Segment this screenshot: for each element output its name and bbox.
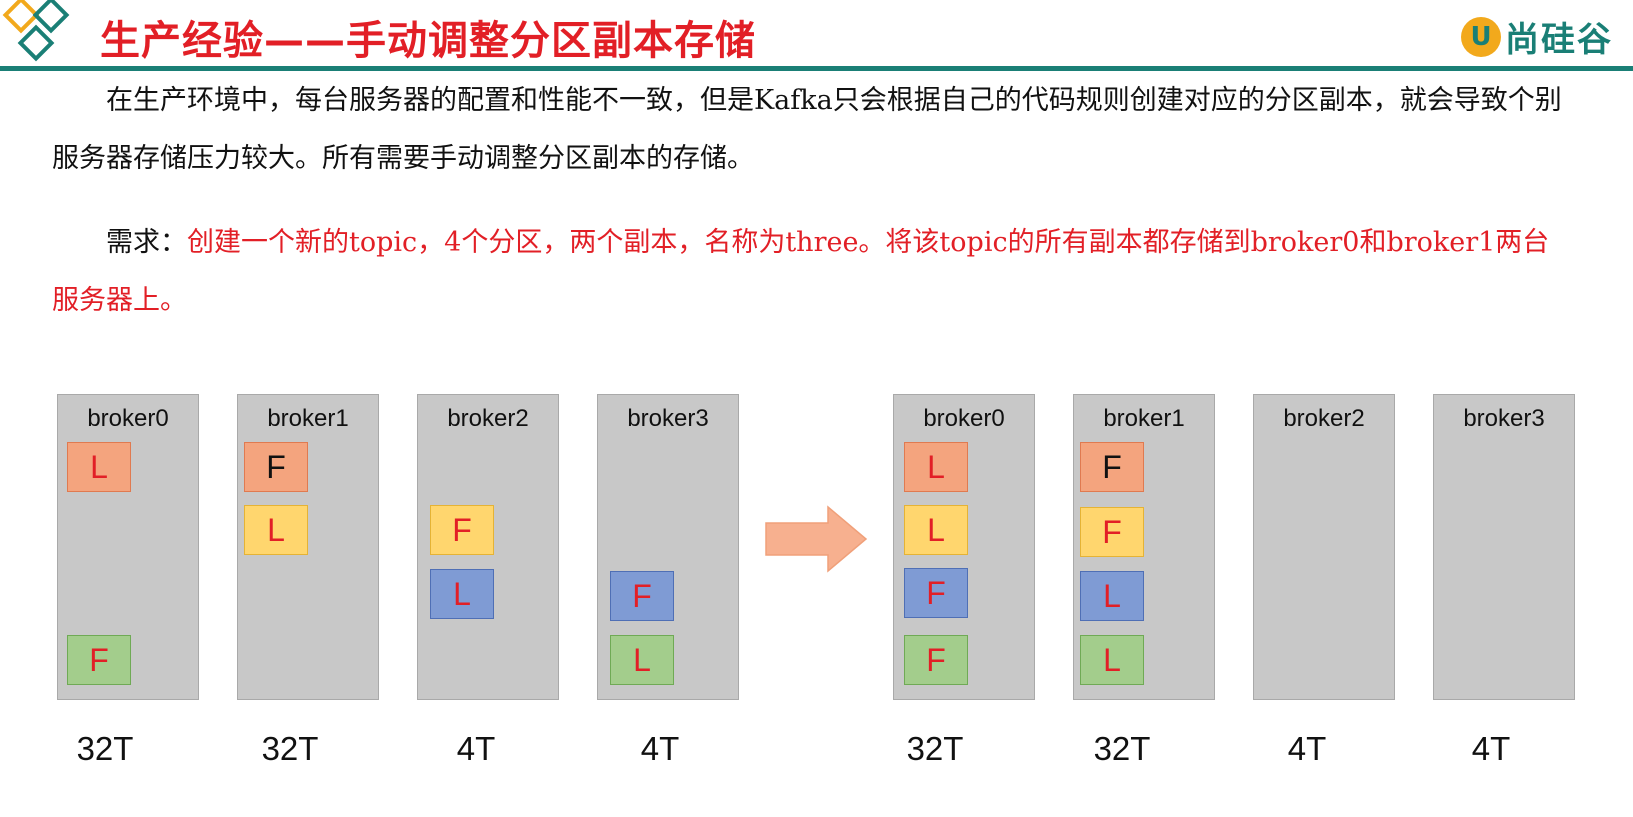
- before-broker1-capacity: 32T: [261, 730, 319, 767]
- requirement-label: 需求：: [106, 227, 187, 258]
- before-broker3-capacity: 4T: [640, 730, 680, 767]
- replica-follower: F: [244, 442, 308, 492]
- replica-leader: L: [1080, 571, 1144, 621]
- broker-name: broker2: [1283, 405, 1365, 432]
- requirement-text: 创建一个新的topic，4个分区，两个副本，名称为three。将该topic的所…: [52, 227, 1550, 316]
- replica-follower: F: [904, 635, 968, 685]
- intro-paragraph: 在生产环境中，每台服务器的配置和性能不一致，但是Kafka只会根据自己的代码规则…: [52, 85, 1562, 174]
- replica-follower: F: [1080, 442, 1144, 492]
- before-broker0-capacity: 32T: [76, 730, 134, 767]
- replica-follower: F: [1080, 507, 1144, 557]
- replica-follower: F: [430, 505, 494, 555]
- after-broker3: broker3: [1433, 394, 1575, 700]
- after-broker0: broker0 L L F F: [893, 394, 1035, 700]
- replica-leader: L: [1080, 635, 1144, 685]
- before-broker1: broker1 F L: [237, 394, 379, 700]
- broker-name: broker0: [923, 405, 1005, 432]
- replica-follower: F: [610, 571, 674, 621]
- after-broker0-capacity: 32T: [906, 730, 964, 767]
- broker-name: broker3: [627, 405, 709, 432]
- right-arrow-icon: [765, 505, 868, 573]
- brand-text: 尚硅谷: [1505, 20, 1613, 60]
- broker-name: broker1: [267, 405, 349, 432]
- replica-leader: L: [904, 505, 968, 555]
- title-divider: [0, 66, 1633, 71]
- replica-follower: F: [67, 635, 131, 685]
- after-broker1-capacity: 32T: [1093, 730, 1151, 767]
- replica-leader: L: [430, 569, 494, 619]
- before-broker2-capacity: 4T: [456, 730, 496, 767]
- broker-name: broker1: [1103, 405, 1185, 432]
- after-broker2: broker2: [1253, 394, 1395, 700]
- brand-logo: U 尚硅谷: [1461, 12, 1613, 61]
- brand-mark-icon: U: [1461, 16, 1501, 57]
- before-broker0: broker0 L F: [57, 394, 199, 700]
- before-broker2: broker2 F L: [417, 394, 559, 700]
- replica-leader: L: [244, 505, 308, 555]
- broker-name: broker2: [447, 405, 529, 432]
- requirement-paragraph: 需求：创建一个新的topic，4个分区，两个副本，名称为three。将该topi…: [52, 214, 1572, 330]
- broker-name: broker0: [87, 405, 169, 432]
- logo-diamonds-icon: [2, 0, 70, 62]
- page-title: 生产经验——手动调整分区副本存储: [100, 18, 756, 64]
- broker-name: broker3: [1463, 405, 1545, 432]
- replica-follower: F: [904, 568, 968, 618]
- replica-leader: L: [904, 442, 968, 492]
- after-broker3-capacity: 4T: [1471, 730, 1511, 767]
- replica-leader: L: [610, 635, 674, 685]
- before-broker3: broker3 F L: [597, 394, 739, 700]
- after-broker1: broker1 F F L L: [1073, 394, 1215, 700]
- replica-leader: L: [67, 442, 131, 492]
- after-broker2-capacity: 4T: [1287, 730, 1327, 767]
